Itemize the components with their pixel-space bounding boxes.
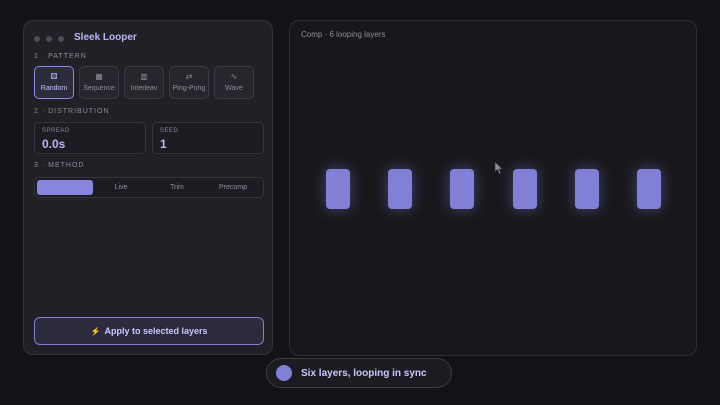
layer-block[interactable]: [575, 169, 599, 209]
pattern-label: Ping-Pong: [172, 85, 206, 92]
seed-label: SEED: [160, 128, 179, 134]
pattern-pingpong-button[interactable]: ⇄ Ping-Pong: [169, 66, 209, 99]
section-label-method: 3 · METHOD: [34, 162, 85, 169]
section-label-pattern: 1 · PATTERN: [34, 53, 87, 60]
dice-icon: ⚄: [50, 72, 58, 81]
pattern-interleave-button[interactable]: ▥ Interleav: [124, 66, 164, 99]
pattern-label: Random: [40, 85, 68, 92]
window-controls: [34, 33, 70, 45]
method-option-live[interactable]: Live: [93, 180, 149, 195]
pattern-label: Wave: [225, 85, 243, 92]
pattern-wave-button[interactable]: ∿ Wave: [214, 66, 254, 99]
layer-block[interactable]: [637, 169, 661, 209]
pattern-options: ⚄ Random ▦ Sequence ▥ Interleav ⇄ Ping-P…: [34, 66, 254, 99]
spread-label: SPREAD: [42, 128, 70, 134]
seed-value: 1: [160, 137, 167, 151]
looper-panel: Sleek Looper 1 · PATTERN ⚄ Random ▦ Sequ…: [23, 20, 273, 355]
stripes-icon: ▥: [140, 72, 148, 81]
method-option-precomp[interactable]: Precomp: [205, 180, 261, 195]
method-option-selected[interactable]: [37, 180, 93, 195]
apply-button[interactable]: ⚡ Apply to selected layers: [34, 317, 264, 345]
bolt-icon: ⚡: [90, 326, 101, 336]
panel-title: Sleek Looper: [74, 32, 137, 43]
layer-block[interactable]: [388, 169, 412, 209]
layer-block[interactable]: [450, 169, 474, 209]
pattern-label: Interleav: [130, 85, 158, 92]
toast-text: Six layers, looping in sync: [301, 367, 427, 379]
pattern-label: Sequence: [83, 85, 115, 92]
window-dot-maximize[interactable]: [58, 36, 64, 42]
section-label-distribution: 2 · DISTRIBUTION: [34, 108, 110, 115]
pattern-random-button[interactable]: ⚄ Random: [34, 66, 74, 99]
spread-field[interactable]: SPREAD 0.0s: [34, 122, 146, 154]
wave-icon: ∿: [230, 72, 238, 81]
grid-icon: ▦: [95, 72, 103, 81]
status-toast: Six layers, looping in sync: [266, 358, 452, 388]
window-dot-close[interactable]: [34, 36, 40, 42]
seed-field[interactable]: SEED 1: [152, 122, 264, 154]
method-option-trim[interactable]: Trim: [149, 180, 205, 195]
cursor-icon: [494, 161, 504, 175]
composition-viewer[interactable]: Comp · 6 looping layers: [289, 20, 697, 356]
comp-label: Comp · 6 looping layers: [301, 30, 386, 39]
apply-button-label: Apply to selected layers: [104, 326, 208, 336]
spread-value: 0.0s: [42, 137, 66, 151]
swap-icon: ⇄: [185, 72, 193, 81]
window-dot-minimize[interactable]: [46, 36, 52, 42]
layer-block[interactable]: [326, 169, 350, 209]
layer-block[interactable]: [513, 169, 537, 209]
status-dot-icon: [276, 365, 292, 381]
method-segmented-control: Live Trim Precomp: [34, 177, 264, 198]
pattern-sequence-button[interactable]: ▦ Sequence: [79, 66, 119, 99]
